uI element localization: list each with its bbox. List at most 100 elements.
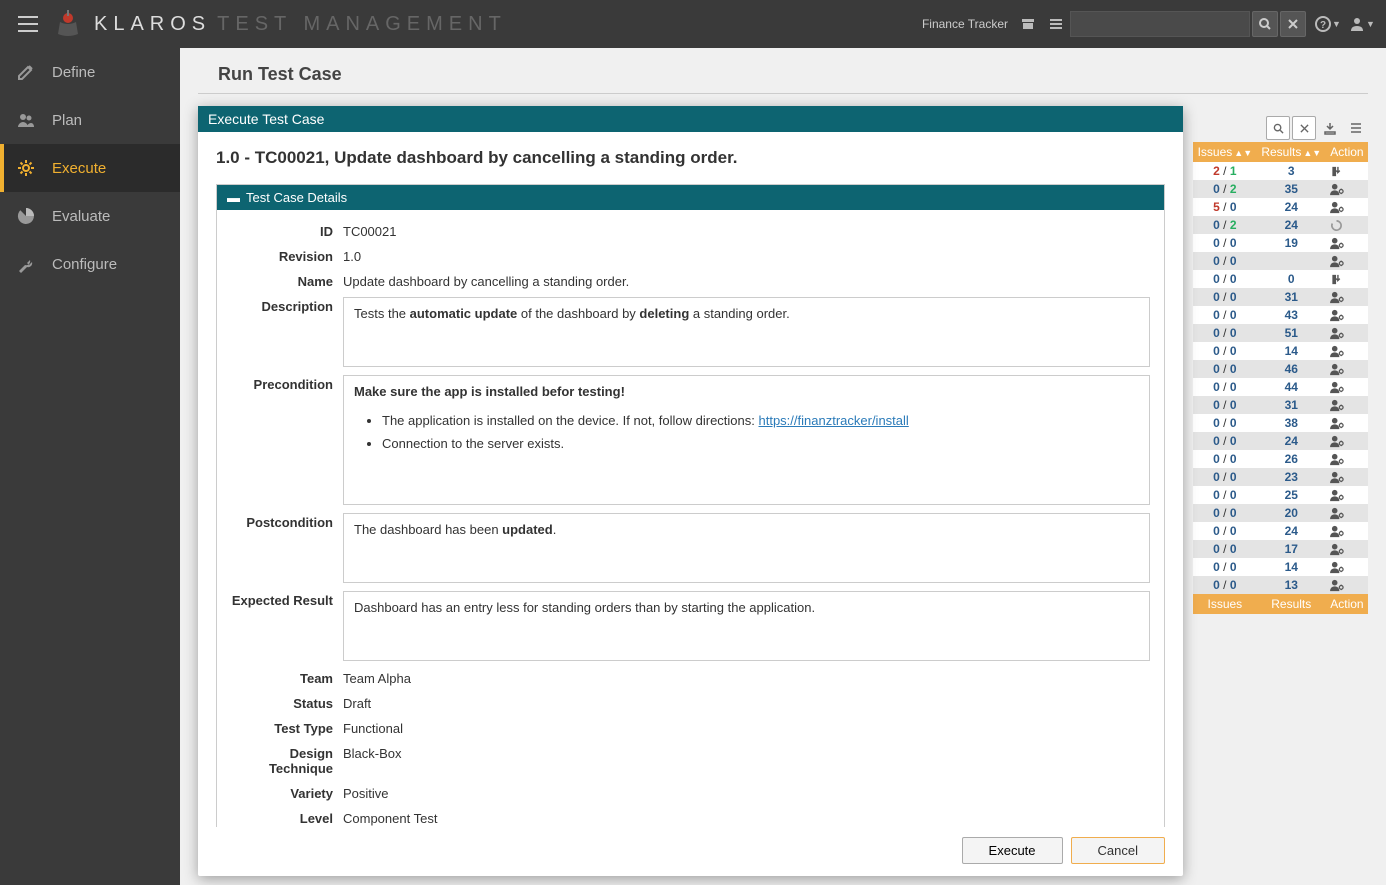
clear-search-button[interactable] <box>1280 11 1306 37</box>
value-design-technique: Black-Box <box>343 744 1150 761</box>
panel-menu-icon[interactable] <box>1344 116 1368 140</box>
install-link[interactable]: https://finanztracker/install <box>759 413 909 428</box>
results-row[interactable]: 0 / 024 <box>1193 432 1368 450</box>
results-row[interactable]: 0 / 043 <box>1193 306 1368 324</box>
sidebar-item-execute[interactable]: Execute <box>0 144 180 192</box>
results-row[interactable]: 0 / 014 <box>1193 558 1368 576</box>
value-precondition: Make sure the app is installed befor tes… <box>343 375 1150 505</box>
value-name: Update dashboard by cancelling a standin… <box>343 272 1150 289</box>
dialog-body[interactable]: 1.0 - TC00021, Update dashboard by cance… <box>198 132 1183 827</box>
results-row[interactable]: 0 / 046 <box>1193 360 1368 378</box>
results-row[interactable]: 0 / 023 <box>1193 468 1368 486</box>
action-cell[interactable] <box>1326 540 1368 558</box>
results-row[interactable]: 0 / 224 <box>1193 216 1368 234</box>
action-cell[interactable] <box>1326 378 1368 396</box>
issues-cell: 0 / 2 <box>1193 180 1257 198</box>
sidebar-item-evaluate[interactable]: Evaluate <box>0 192 180 240</box>
value-level: Component Test <box>343 809 1150 826</box>
fieldset-header[interactable]: ▬ Test Case Details <box>217 185 1164 210</box>
sidebar-item-plan[interactable]: Plan <box>0 96 180 144</box>
list-icon[interactable] <box>1042 10 1070 38</box>
issues-cell: 0 / 0 <box>1193 414 1257 432</box>
action-cell[interactable] <box>1326 360 1368 378</box>
col-action-footer: Action <box>1326 594 1368 614</box>
action-cell[interactable] <box>1326 450 1368 468</box>
action-cell[interactable] <box>1326 558 1368 576</box>
panel-download-icon[interactable] <box>1318 116 1342 140</box>
help-icon[interactable]: ?▼ <box>1314 10 1342 38</box>
issues-cell: 0 / 0 <box>1193 540 1257 558</box>
action-cell[interactable] <box>1326 522 1368 540</box>
results-row[interactable]: 2 / 13 <box>1193 162 1368 180</box>
col-issues[interactable]: Issues▲▼ <box>1193 142 1257 162</box>
issues-cell: 0 / 0 <box>1193 288 1257 306</box>
results-row[interactable]: 5 / 024 <box>1193 198 1368 216</box>
action-cell[interactable] <box>1326 396 1368 414</box>
action-cell[interactable] <box>1326 432 1368 450</box>
users-icon <box>16 110 38 130</box>
action-cell[interactable] <box>1326 468 1368 486</box>
sidebar-item-configure[interactable]: Configure <box>0 240 180 288</box>
results-row[interactable]: 0 / 031 <box>1193 396 1368 414</box>
action-cell[interactable] <box>1326 414 1368 432</box>
sidebar-item-define[interactable]: Define <box>0 48 180 96</box>
results-row[interactable]: 0 / 024 <box>1193 522 1368 540</box>
results-row[interactable]: 0 / 026 <box>1193 450 1368 468</box>
label-id: ID <box>223 222 343 239</box>
menu-toggle-icon[interactable] <box>10 16 46 32</box>
results-row[interactable]: 0 / 235 <box>1193 180 1368 198</box>
results-cell: 14 <box>1257 342 1326 360</box>
action-cell[interactable] <box>1326 252 1368 270</box>
top-bar: KLAROS TEST MANAGEMENT Finance Tracker ?… <box>0 0 1386 48</box>
user-menu-icon[interactable]: ▼ <box>1348 10 1376 38</box>
results-row[interactable]: 0 / 044 <box>1193 378 1368 396</box>
panel-clear-button[interactable] <box>1292 116 1316 140</box>
results-row[interactable]: 0 / 019 <box>1193 234 1368 252</box>
label-name: Name <box>223 272 343 289</box>
execute-button[interactable]: Execute <box>962 837 1063 864</box>
results-row[interactable]: 0 / 025 <box>1193 486 1368 504</box>
sidebar-item-label: Define <box>52 64 95 81</box>
collapse-icon[interactable]: ▬ <box>227 190 240 205</box>
results-cell: 51 <box>1257 324 1326 342</box>
global-search-input[interactable] <box>1070 11 1250 37</box>
cancel-button[interactable]: Cancel <box>1071 837 1165 864</box>
results-row[interactable]: 0 / 00 <box>1193 270 1368 288</box>
results-row[interactable]: 0 / 017 <box>1193 540 1368 558</box>
results-row[interactable]: 0 / 0 <box>1193 252 1368 270</box>
action-cell[interactable] <box>1326 234 1368 252</box>
results-row[interactable]: 0 / 051 <box>1193 324 1368 342</box>
action-cell[interactable] <box>1326 180 1368 198</box>
issues-cell: 0 / 0 <box>1193 324 1257 342</box>
action-cell[interactable] <box>1326 198 1368 216</box>
action-cell[interactable] <box>1326 306 1368 324</box>
results-row[interactable]: 0 / 038 <box>1193 414 1368 432</box>
search-button[interactable] <box>1252 11 1278 37</box>
issues-cell: 0 / 0 <box>1193 270 1257 288</box>
results-row[interactable]: 0 / 013 <box>1193 576 1368 594</box>
archive-icon[interactable] <box>1014 10 1042 38</box>
results-row[interactable]: 0 / 031 <box>1193 288 1368 306</box>
action-cell[interactable] <box>1326 504 1368 522</box>
action-cell[interactable] <box>1326 342 1368 360</box>
action-cell[interactable] <box>1326 162 1368 180</box>
results-cell <box>1257 252 1326 270</box>
panel-search-button[interactable] <box>1266 116 1290 140</box>
brand-subtitle: TEST MANAGEMENT <box>217 13 507 36</box>
value-id: TC00021 <box>343 222 1150 239</box>
action-cell[interactable] <box>1326 216 1368 234</box>
results-cell: 17 <box>1257 540 1326 558</box>
sidebar-item-label: Execute <box>52 160 106 177</box>
issues-cell: 0 / 0 <box>1193 252 1257 270</box>
action-cell[interactable] <box>1326 288 1368 306</box>
action-cell[interactable] <box>1326 324 1368 342</box>
issues-cell: 0 / 0 <box>1193 576 1257 594</box>
action-cell[interactable] <box>1326 576 1368 594</box>
results-cell: 24 <box>1257 198 1326 216</box>
results-row[interactable]: 0 / 020 <box>1193 504 1368 522</box>
action-cell[interactable] <box>1326 486 1368 504</box>
action-cell[interactable] <box>1326 270 1368 288</box>
results-panel: Issues▲▼ Results▲▼ Action 2 / 130 / 2355… <box>1193 116 1368 614</box>
col-results[interactable]: Results▲▼ <box>1257 142 1326 162</box>
results-row[interactable]: 0 / 014 <box>1193 342 1368 360</box>
